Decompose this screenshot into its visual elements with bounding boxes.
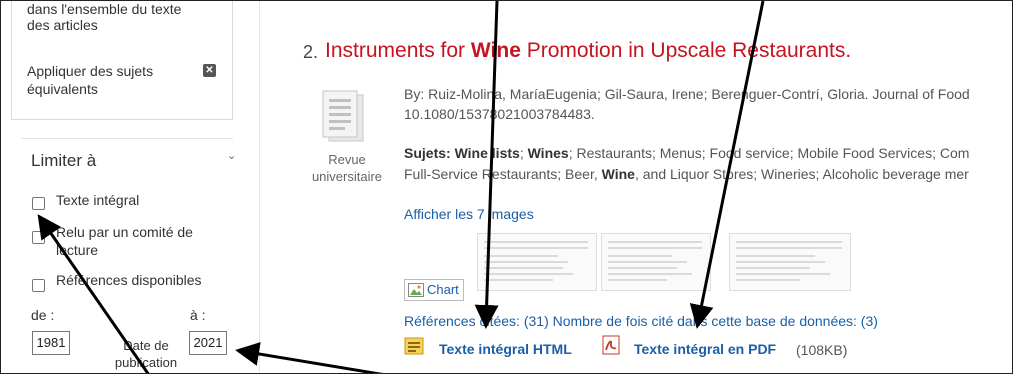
facet-option-text[interactable]: dans l'ensemble du texte des articles bbox=[27, 1, 202, 33]
date-caption: Date de publication bbox=[114, 338, 178, 370]
pdf-icon[interactable] bbox=[601, 335, 621, 355]
title-post: Promotion in Upscale Restaurants. bbox=[520, 39, 852, 62]
subjects-line-1: Sujets: Wine lists; Wines; Restaurants; … bbox=[404, 143, 969, 164]
fulltext-label[interactable]: Texte intégral bbox=[56, 191, 139, 209]
subjects-rest-1: ; Restaurants; Menus; Food service; Mobi… bbox=[568, 145, 970, 161]
chevron-down-icon[interactable]: ⌄ bbox=[227, 149, 236, 162]
table-thumbnail-graphic bbox=[736, 241, 842, 281]
peer-reviewed-checkbox[interactable] bbox=[32, 231, 45, 244]
peer-reviewed-label[interactable]: Relu par un comité de lecture bbox=[56, 223, 226, 259]
html-fulltext-link[interactable]: Texte intégral HTML bbox=[439, 341, 572, 357]
authors-line-1: By: Ruiz-Molina, MaríaEugenia; Gil-Saura… bbox=[404, 86, 970, 102]
limit-title[interactable]: Limiter à bbox=[31, 151, 96, 171]
result-title-link[interactable]: Instruments for Wine Promotion in Upscal… bbox=[325, 39, 851, 63]
image-thumbnail[interactable] bbox=[601, 233, 711, 291]
image-thumbnail[interactable] bbox=[477, 233, 597, 291]
references-label[interactable]: Références disponibles bbox=[56, 271, 202, 289]
subject-wines[interactable]: Wines bbox=[528, 145, 569, 161]
date-to-label: à : bbox=[190, 307, 206, 323]
pdf-size: (108KB) bbox=[796, 342, 848, 358]
facet-panel: dans l'ensemble du texte des articles Ap… bbox=[11, 1, 233, 120]
date-to-input[interactable]: 2021 bbox=[189, 331, 227, 355]
subjects-rest-2c: , and Liquor Stores; Wineries; Alcoholic… bbox=[634, 166, 969, 182]
subjects-rest-2a: Full-Service Restaurants; Beer, bbox=[404, 166, 602, 182]
arrow-to-date-input bbox=[235, 342, 384, 373]
date-from-label: de : bbox=[31, 307, 55, 323]
show-images-link[interactable]: Afficher les 7 images bbox=[404, 206, 534, 222]
title-bold: Wine bbox=[470, 39, 521, 62]
references-checkbox[interactable] bbox=[32, 279, 45, 292]
subjects-label: Sujets: bbox=[404, 145, 451, 161]
broken-image-icon bbox=[408, 283, 424, 297]
result-number: 2. bbox=[303, 42, 319, 62]
screenshot-frame: dans l'ensemble du texte des articles Ap… bbox=[0, 0, 1013, 374]
subjects-line-2: Full-Service Restaurants; Beer, Wine, an… bbox=[404, 164, 969, 185]
html-fulltext-icon[interactable] bbox=[404, 337, 424, 355]
subject-wine-lists[interactable]: Wine lists bbox=[455, 145, 520, 161]
apply-equivalent-subjects[interactable]: Appliquer des sujets équivalents bbox=[27, 62, 187, 98]
chart-alt-text: Chart bbox=[427, 282, 459, 297]
close-icon[interactable]: ✕ bbox=[203, 64, 216, 77]
authors-line-2: 10.1080/15378021003784483. bbox=[404, 106, 595, 122]
table-thumbnail-graphic bbox=[608, 241, 702, 281]
subjects-sep: ; bbox=[519, 145, 528, 161]
references-link[interactable]: Références citées: (31) Nombre de fois c… bbox=[404, 313, 878, 329]
subject-wine[interactable]: Wine bbox=[602, 166, 635, 182]
column-separator bbox=[259, 1, 260, 373]
date-from-input[interactable]: 1981 bbox=[32, 331, 70, 355]
document-type: Revue universitaire bbox=[311, 152, 383, 184]
sidebar: dans l'ensemble du texte des articles Ap… bbox=[11, 1, 236, 373]
pdf-fulltext-link[interactable]: Texte intégral en PDF bbox=[634, 341, 776, 357]
result-authors: By: Ruiz-Molina, MaríaEugenia; Gil-Saura… bbox=[404, 84, 970, 124]
journal-icon[interactable] bbox=[321, 89, 365, 145]
title-pre: Instruments for bbox=[325, 39, 471, 62]
fulltext-checkbox[interactable] bbox=[32, 197, 45, 210]
result-subjects: Sujets: Wine lists; Wines; Restaurants; … bbox=[404, 143, 969, 185]
table-thumbnail-graphic bbox=[484, 241, 588, 281]
image-thumbnail[interactable] bbox=[729, 233, 851, 291]
divider bbox=[21, 138, 233, 139]
chart-image-broken[interactable]: Chart bbox=[404, 279, 464, 301]
